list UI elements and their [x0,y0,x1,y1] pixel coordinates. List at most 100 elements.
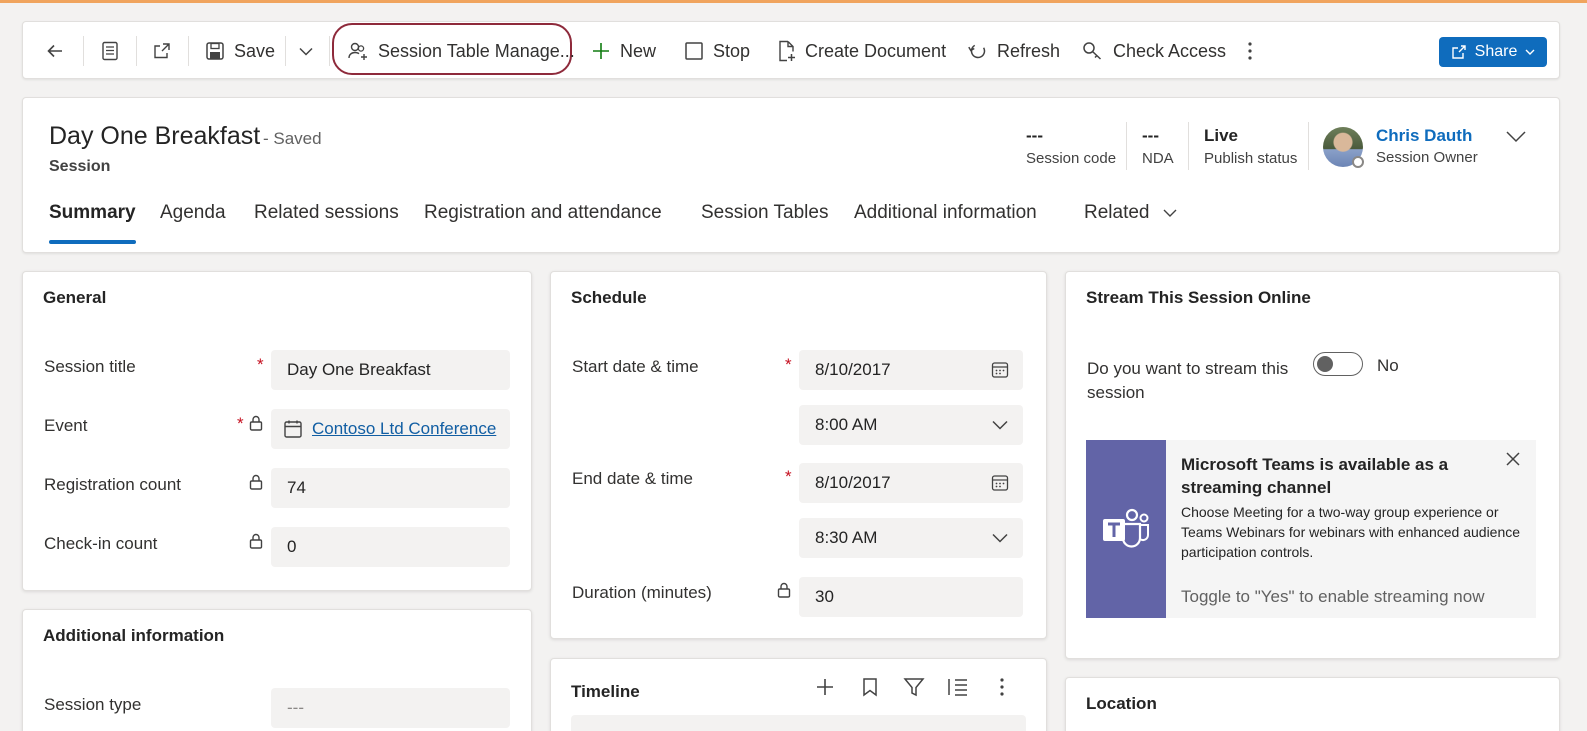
session-table-manage-button[interactable]: Session Table Manage... [347,22,575,80]
save-icon [206,42,224,60]
duration-field: 30 [799,577,1023,617]
save-button[interactable]: Save [205,22,275,80]
banner-body: Choose Meeting for a two-way group exper… [1181,504,1521,560]
teams-logo-panel [1086,440,1166,618]
key-search-icon [1083,42,1102,60]
section-title: Schedule [571,288,647,307]
start-time-select[interactable]: 8:00 AM [799,405,1023,445]
share-label: Share [1474,43,1518,60]
required-indicator: * [237,414,244,433]
entity-name: Session [49,158,111,175]
top-accent-line [0,0,1587,3]
bookmark-icon[interactable] [861,677,879,697]
session-table-manage-label: Session Table Manage... [378,40,575,61]
tab-related[interactable]: Related [1084,202,1178,224]
end-datetime-label: End date & time [572,469,693,488]
calendar-picker-icon[interactable] [991,474,1009,492]
checkin-count-label: Check-in count [44,534,158,553]
record-title: Day One Breakfast [49,122,261,150]
banner-footer: Toggle to "Yes" to enable streaming now [1181,587,1485,606]
close-icon[interactable] [1504,450,1522,468]
header-field-publish-status: Live Publish status [1204,126,1298,167]
tab-related-sessions[interactable]: Related sessions [254,202,399,224]
lock-icon [249,415,263,431]
form-view-button[interactable] [101,22,119,80]
registration-count-label: Registration count [44,475,182,494]
session-title-label: Session title [44,357,136,376]
section-title: Timeline [571,682,640,701]
create-document-button[interactable]: Create Document [776,22,946,80]
tab-summary[interactable]: Summary [49,202,136,224]
open-new-window-button[interactable] [152,22,172,80]
more-commands-button[interactable] [1246,22,1254,80]
registration-count-field: 74 [271,468,510,508]
event-link[interactable]: Contoso Ltd Conference [312,419,496,439]
lock-icon [249,533,263,549]
checkin-count-field: 0 [271,527,510,567]
share-button[interactable]: Share [1439,37,1547,67]
stop-label: Stop [713,40,751,61]
chevron-down-icon [299,47,313,56]
calendar-icon [284,420,302,438]
required-indicator: * [257,355,264,374]
document-add-icon [779,40,795,62]
start-datetime-label: Start date & time [572,357,699,376]
save-label: Save [234,40,276,61]
expand-header-chevron-icon[interactable] [1505,128,1527,144]
chevron-down-icon [992,533,1008,543]
back-arrow-icon [47,44,62,58]
stop-button[interactable]: Stop [684,22,750,80]
refresh-button[interactable]: Refresh [968,22,1060,80]
lock-icon [249,474,263,490]
end-time-select[interactable]: 8:30 AM [799,518,1023,558]
session-type-select[interactable]: --- [271,688,510,728]
plus-icon[interactable] [815,677,835,697]
refresh-icon [968,44,986,59]
open-in-new-window-icon [154,43,170,59]
tab-additional-information[interactable]: Additional information [854,202,1037,224]
header-field-nda: --- NDA [1142,126,1174,167]
check-access-button[interactable]: Check Access [1082,22,1226,80]
end-date-input[interactable]: 8/10/2017 [799,463,1023,503]
new-label: New [620,40,657,61]
presence-indicator [1352,156,1364,168]
tab-session-tables[interactable]: Session Tables [701,202,828,224]
section-title: General [43,288,107,307]
save-options-dropdown[interactable] [297,22,315,80]
schedule-section: Schedule Start date & time * 8/10/2017 8… [550,271,1047,639]
stop-icon [685,42,703,60]
create-document-label: Create Document [805,40,947,61]
event-label: Event [44,416,88,435]
session-title-input[interactable]: Day One Breakfast [271,350,510,390]
tab-registration-and-attendance[interactable]: Registration and attendance [424,202,662,224]
toggle-value: No [1377,356,1399,375]
start-date-input[interactable]: 8/10/2017 [799,350,1023,390]
save-status: - Saved [263,129,322,148]
chevron-down-icon [1163,209,1176,217]
section-title: Stream This Session Online [1086,288,1311,307]
command-bar: Save Session Table Manage... New Stop Cr… [22,21,1560,79]
refresh-label: Refresh [997,40,1061,61]
tab-agenda[interactable]: Agenda [160,202,226,224]
record-header: Day One Breakfast - Saved Session --- Se… [22,97,1560,253]
active-tab-indicator [49,240,136,244]
location-section: Location [1065,677,1560,731]
timeline-section: Timeline [550,658,1047,731]
calendar-picker-icon[interactable] [991,361,1009,379]
teams-icon [1103,508,1149,548]
sort-list-icon[interactable] [947,677,969,697]
event-lookup-field: Contoso Ltd Conference [271,409,510,449]
teams-banner: Microsoft Teams is available as a stream… [1086,440,1536,618]
new-button[interactable]: New [591,22,656,80]
timeline-search-box[interactable] [571,715,1026,731]
additional-information-section: Additional information Session type --- [22,609,532,731]
people-add-icon [348,42,367,60]
more-vertical-icon[interactable] [998,677,1006,697]
section-title: Location [1086,694,1157,713]
filter-icon[interactable] [903,677,925,697]
header-field-session-code: --- Session code [1026,126,1117,167]
back-button[interactable] [45,22,65,80]
more-vertical-icon [1248,42,1252,60]
owner-name-link[interactable]: Chris Dauth [1376,126,1472,146]
stream-toggle[interactable] [1313,352,1363,376]
